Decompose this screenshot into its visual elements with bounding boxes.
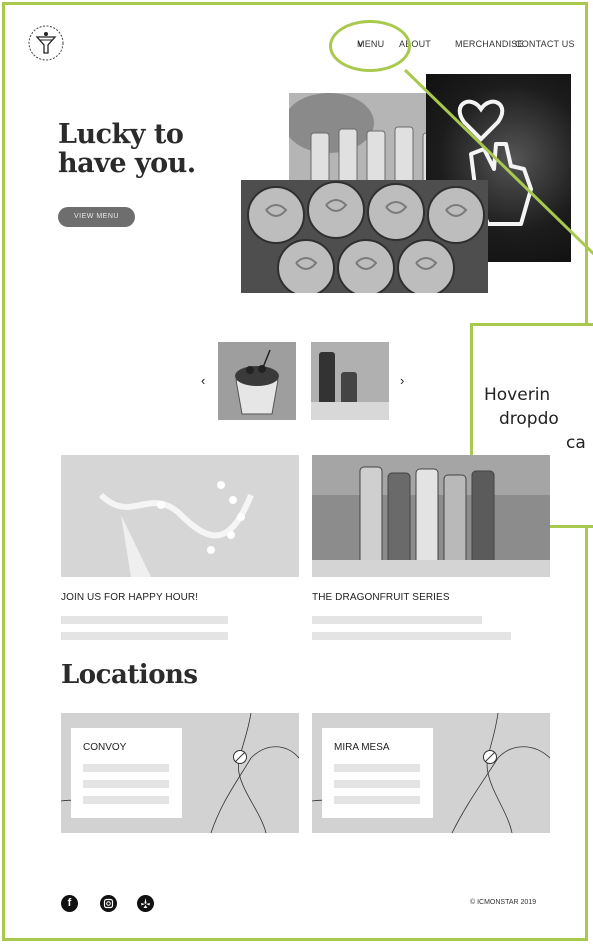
location-text-placeholder [83,780,169,788]
location-card-mira-mesa: MIRA MESA [322,728,433,818]
annotation-line3: ca [566,433,586,453]
location-text-placeholder [83,796,169,804]
card-text-placeholder [61,632,228,640]
card-image-dragonfruit[interactable] [312,455,550,577]
card-text-placeholder [312,616,482,624]
annotation-callout-text: Hoverin dropdo ca [484,383,586,455]
annotation-highlight-circle [329,20,411,72]
card-title-dragonfruit[interactable]: THE DRAGONFRUIT SERIES [312,592,450,603]
map-pin-icon[interactable] [482,749,498,765]
nav-item-contact[interactable]: CONTACT US [515,39,575,49]
card-title-happy-hour[interactable]: JOIN US FOR HAPPY HOUR! [61,592,198,603]
location-map-convoy[interactable]: CONVOY [61,713,299,833]
logo-icon[interactable] [27,24,65,62]
copyright-text: © ICMONSTAR 2019 [470,899,537,906]
location-name-mira-mesa: MIRA MESA [334,742,390,753]
location-name-convoy: CONVOY [83,742,127,753]
hero-headline-line2: have you. [58,148,196,179]
facebook-icon[interactable]: f [61,895,78,912]
carousel-thumb-bottle[interactable] [311,342,389,420]
carousel-thumb-ice-cream-cup[interactable] [218,342,296,420]
view-menu-button[interactable]: VIEW MENU [58,207,135,227]
instagram-icon[interactable] [100,895,117,912]
card-text-placeholder [312,632,511,640]
location-card-convoy: CONVOY [71,728,182,818]
map-pin-icon[interactable] [232,749,248,765]
hero-headline-line1: Lucky to [58,119,184,150]
card-text-placeholder [61,616,228,624]
annotation-line1: Hoverin [484,385,551,405]
nav-item-merchandise[interactable]: MERCHANDISE [455,39,524,49]
hero-headline: Lucky to have you. [58,120,196,178]
carousel-next-arrow-icon[interactable]: › [400,373,404,388]
carousel-prev-arrow-icon[interactable]: ‹ [201,373,205,388]
locations-heading: Locations [61,660,198,690]
location-text-placeholder [334,796,420,804]
yelp-icon[interactable] [137,895,154,912]
location-text-placeholder [83,764,169,772]
location-text-placeholder [334,780,420,788]
location-text-placeholder [334,764,420,772]
hero-image-ice-cream-rolls [241,180,488,293]
card-image-happy-hour[interactable] [61,455,299,577]
annotation-line2: dropdo [499,409,559,429]
hero-image-bottles [289,93,447,185]
location-map-mira-mesa[interactable]: MIRA MESA [312,713,550,833]
